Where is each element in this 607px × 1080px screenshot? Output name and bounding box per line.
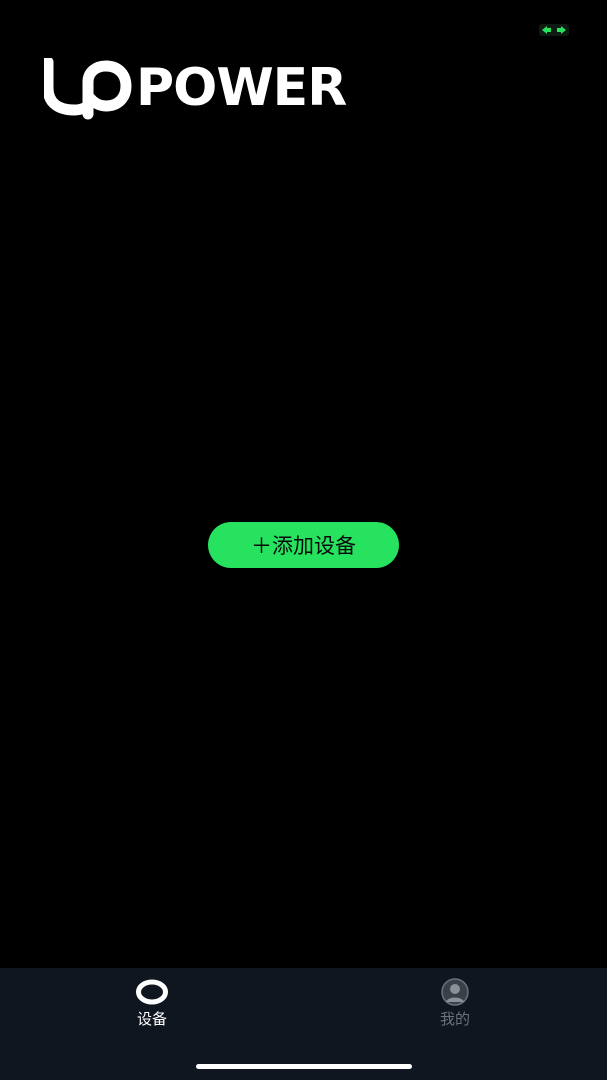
tab-mine-label: 我的 (439, 1010, 470, 1028)
app-screen: POWER ＋添加设备 设备 我的 (0, 0, 607, 1080)
tab-devices-label: 设备 (136, 1010, 167, 1028)
expand-arrows-icon[interactable] (539, 21, 569, 36)
add-device-button[interactable]: ＋添加设备 (208, 522, 399, 568)
home-indicator[interactable] (196, 1064, 412, 1069)
add-device-label: ＋添加设备 (251, 534, 356, 558)
ring-icon (135, 978, 169, 1006)
tab-devices[interactable]: 设备 (92, 968, 212, 1038)
logo-text: POWER (136, 58, 347, 118)
upower-logo: POWER (44, 58, 347, 120)
logo-mark (44, 58, 132, 120)
tab-mine[interactable]: 我的 (395, 968, 515, 1038)
user-avatar-icon (438, 978, 472, 1006)
